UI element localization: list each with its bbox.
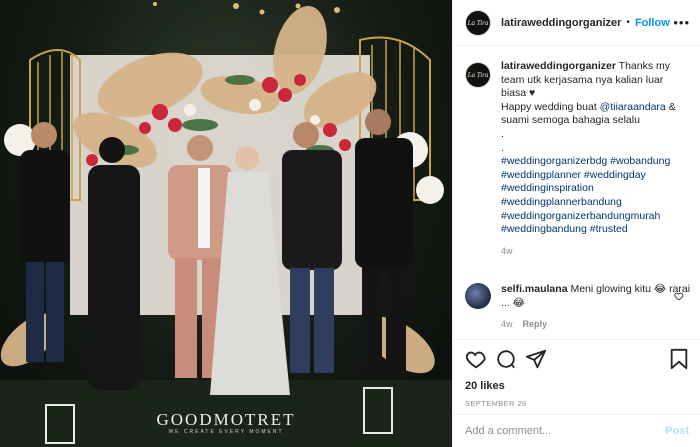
caption-timestamp[interactable]: 4w [501, 245, 691, 259]
comment-body: selfi.maulana Meni glowing kitu 😂 rarai … [501, 283, 691, 332]
photo-watermark: GOODMOTRET [156, 410, 296, 429]
add-comment-bar: Post [453, 414, 700, 447]
likes-count[interactable]: 20 likes [465, 380, 689, 392]
comment-bubble-icon[interactable] [495, 348, 517, 375]
follow-button[interactable]: Follow [635, 17, 670, 29]
comment-heart-svg [674, 292, 684, 301]
post-side-panel: La Tira latiraweddingorganizer • Follow … [452, 0, 700, 447]
comment-like-heart-icon[interactable] [674, 291, 684, 304]
caption-body: latiraweddingorganizer Thanks my team ut… [501, 60, 691, 258]
caption-dot-1: . [501, 127, 504, 140]
share-paper-plane-icon[interactable] [525, 348, 547, 375]
photo-watermark-subtitle: WE CREATE EVERY MOMENT [168, 429, 284, 435]
add-comment-input[interactable] [465, 425, 666, 437]
commenter-avatar[interactable] [465, 283, 491, 309]
caption-dot-2: . [501, 141, 504, 154]
caption-avatar-logo: La Tira [467, 71, 489, 79]
hashtag-line[interactable]: #weddingplanner #weddingday [501, 169, 691, 183]
caption-block: La Tira latiraweddingorganizer Thanks my… [465, 60, 695, 258]
post-photo[interactable]: GOODMOTRET WE CREATE EVERY MOMENT [0, 0, 452, 447]
instagram-post-view: GOODMOTRET WE CREATE EVERY MOMENT La Tir… [0, 0, 700, 447]
comment-item: selfi.maulana Meni glowing kitu 😂 rarai … [465, 283, 695, 332]
photo-scene [0, 2, 452, 447]
author-avatar-logo: La Tira [467, 18, 489, 27]
author-username[interactable]: latiraweddingorganizer [501, 17, 621, 29]
post-comment-button[interactable]: Post [665, 425, 689, 437]
like-heart-icon[interactable] [465, 348, 487, 375]
comment-meta: 4w Reply [501, 318, 691, 332]
hashtag-line[interactable]: #weddingorganizerbandungmurah [501, 210, 691, 224]
hashtag-line[interactable]: #weddingorganizerbdg #wobandung [501, 155, 691, 169]
author-avatar[interactable]: La Tira [465, 9, 491, 36]
more-options-icon[interactable]: ••• [673, 15, 690, 30]
action-bar: 20 likes SEPTEMBER 29 [453, 339, 700, 408]
post-date[interactable]: SEPTEMBER 29 [465, 399, 689, 408]
caption-author-avatar[interactable]: La Tira [465, 62, 491, 88]
action-icons [465, 348, 689, 374]
reply-button[interactable]: Reply [523, 319, 548, 329]
hashtag-line[interactable]: #weddingbandung #trusted [501, 223, 691, 237]
caption-text-2a: Happy wedding buat [501, 100, 600, 113]
commenter-username[interactable]: selfi.maulana [501, 283, 568, 295]
caption-mention-link[interactable]: @tiiaraandara [600, 101, 666, 113]
header-separator: • [626, 17, 630, 28]
post-header: La Tira latiraweddingorganizer • Follow … [453, 0, 700, 46]
save-bookmark-icon[interactable] [669, 348, 689, 375]
comment-timestamp[interactable]: 4w [501, 319, 513, 329]
caption-comment: La Tira latiraweddingorganizer Thanks my… [465, 60, 695, 258]
hashtag-line[interactable]: #weddinginspiration [501, 182, 691, 196]
hashtag-line[interactable]: #weddingplannerbandung [501, 196, 691, 210]
caption-username[interactable]: latiraweddingorganizer [501, 60, 616, 72]
